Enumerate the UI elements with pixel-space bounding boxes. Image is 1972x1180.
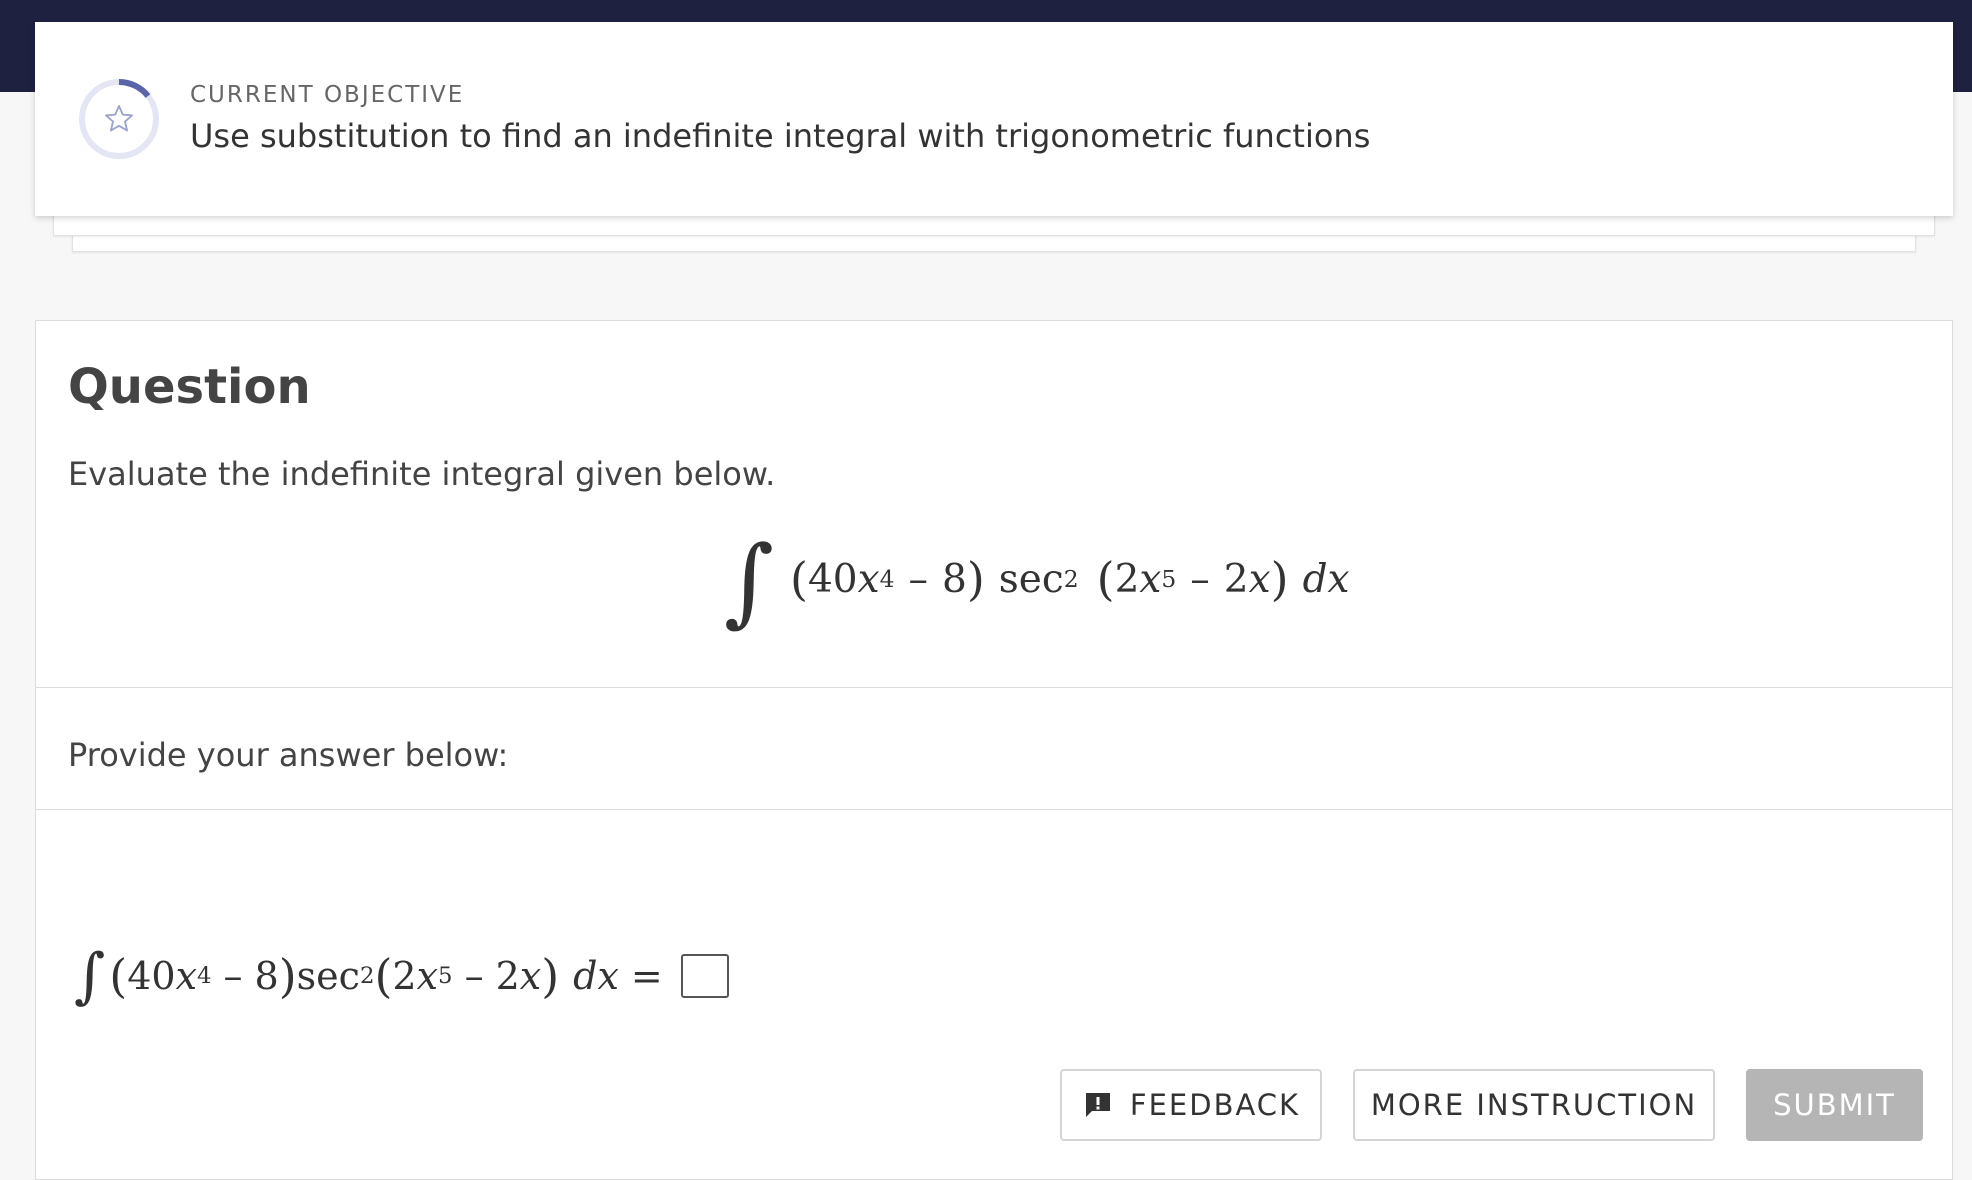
star-icon: [105, 105, 133, 132]
section-divider: [36, 687, 1952, 688]
submit-button[interactable]: SUBMIT: [1746, 1069, 1923, 1141]
submit-label: SUBMIT: [1773, 1088, 1896, 1122]
objective-label: CURRENT OBJECTIVE: [190, 82, 465, 108]
integral-expression: ∫ ( 40 x 4 – 8 ) sec 2 ( 2x5 – 2x ) dx: [724, 525, 1350, 637]
feedback-icon: [1085, 1093, 1110, 1117]
integral-sign: ∫: [724, 525, 775, 637]
answer-prompt: Provide your answer below:: [68, 736, 509, 774]
integral-sign: ∫: [74, 941, 106, 1011]
question-card: Question Evaluate the indefinite integra…: [35, 320, 1953, 1180]
question-title: Question: [68, 359, 311, 415]
feedback-button[interactable]: FEEDBACK: [1060, 1069, 1322, 1141]
feedback-button-label: FEEDBACK: [1129, 1088, 1301, 1122]
more-instruction-button[interactable]: MORE INSTRUCTION: [1353, 1069, 1715, 1141]
objective-text: Use substitution to find an indefinite i…: [190, 117, 1371, 155]
answer-input-box[interactable]: [680, 954, 729, 998]
answer-expression: ∫ ( 40 x 4 – 8 ) sec 2 ( 2x5 – 2x ) dx =: [74, 941, 729, 1011]
current-objective-card: CURRENT OBJECTIVE Use substitution to fi…: [35, 22, 1953, 216]
question-prompt: Evaluate the indefinite integral given b…: [68, 455, 776, 493]
objective-progress-ring: [79, 78, 159, 159]
more-instruction-label: MORE INSTRUCTION: [1370, 1088, 1698, 1122]
section-divider: [36, 809, 1952, 810]
